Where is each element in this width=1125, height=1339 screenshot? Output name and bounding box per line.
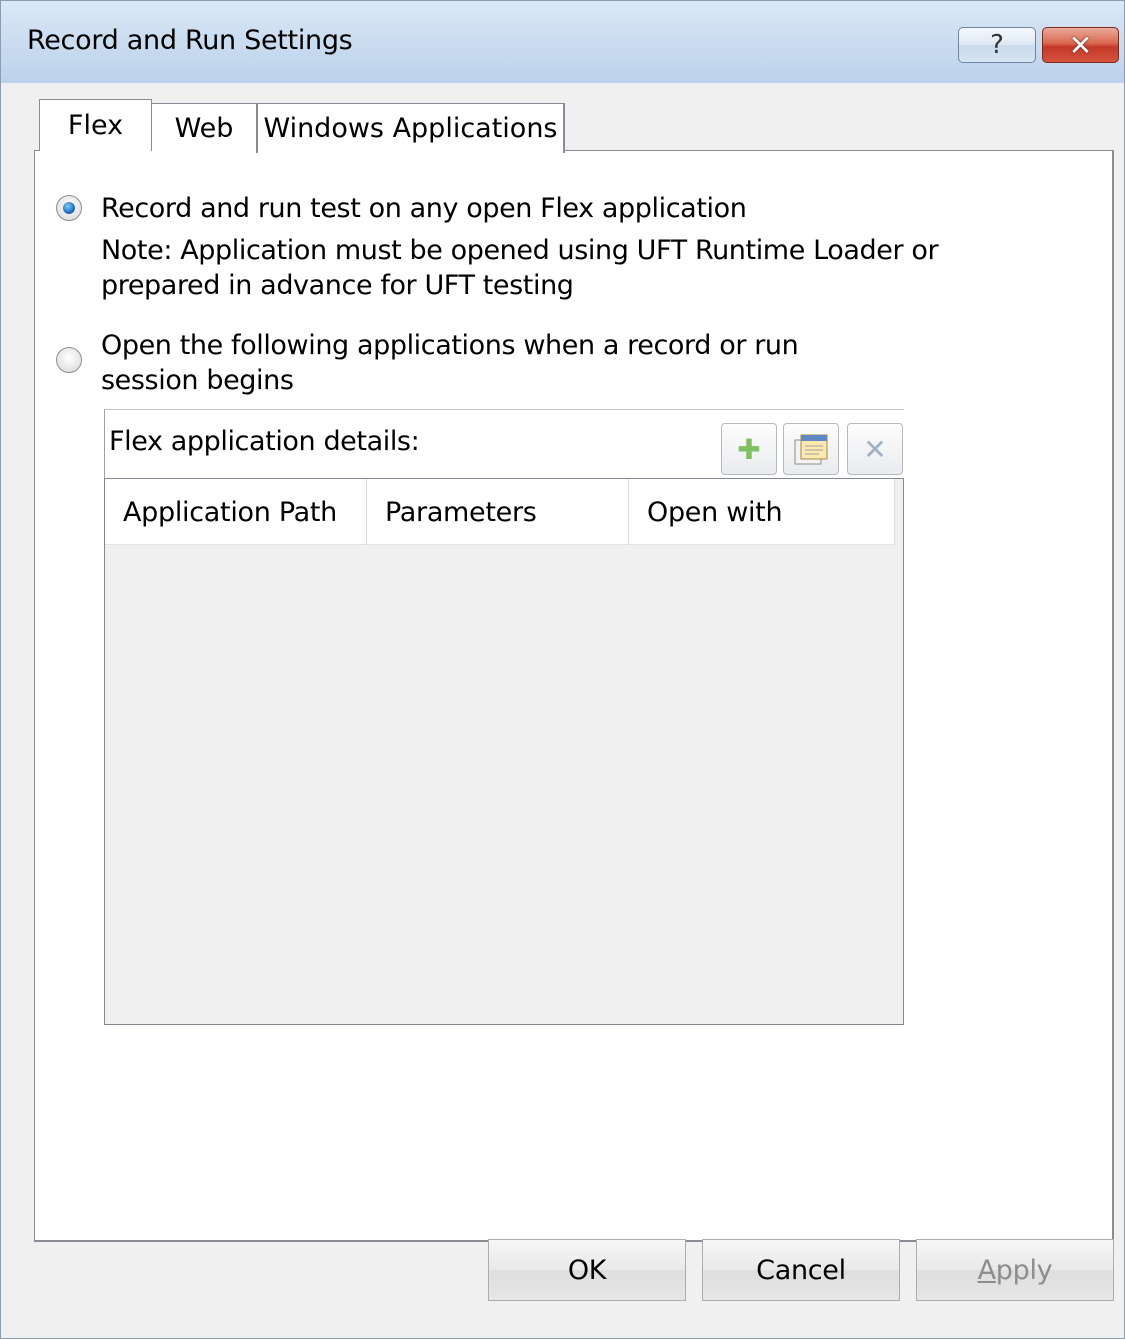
- tab-web[interactable]: Web: [152, 103, 258, 153]
- title-bar[interactable]: Record and Run Settings ? ✕: [1, 1, 1124, 83]
- column-header-parameters[interactable]: Parameters: [367, 479, 629, 545]
- radio-open-following-apps-label[interactable]: Open the following applications when a r…: [101, 328, 901, 398]
- application-properties-button[interactable]: [783, 423, 839, 475]
- help-button[interactable]: ?: [958, 27, 1036, 63]
- radio-any-open-flex-app[interactable]: [56, 195, 82, 221]
- application-table[interactable]: Application Path Parameters Open with: [104, 478, 904, 1025]
- apply-accelerator: A: [977, 1254, 996, 1286]
- tab-windows-applications-label: Windows Applications: [263, 113, 558, 144]
- column-header-application-path[interactable]: Application Path: [105, 479, 367, 545]
- close-button[interactable]: ✕: [1042, 27, 1119, 63]
- apply-button[interactable]: Apply: [916, 1239, 1114, 1301]
- tab-flex-label: Flex: [67, 110, 124, 141]
- tab-flex[interactable]: Flex: [39, 99, 152, 151]
- apply-label: pply: [995, 1254, 1053, 1286]
- add-icon: ✚: [737, 432, 761, 466]
- close-icon: ✕: [1068, 28, 1093, 62]
- note-text: Note: Application must be opened using U…: [101, 235, 939, 301]
- ok-button[interactable]: OK: [488, 1239, 686, 1301]
- tab-windows-applications[interactable]: Windows Applications: [258, 103, 565, 153]
- column-header-open-with[interactable]: Open with: [629, 479, 895, 545]
- dialog-body: Flex Web Windows Applications Record and…: [1, 83, 1124, 1338]
- delete-icon: ✕: [863, 432, 887, 466]
- add-application-button[interactable]: ✚: [721, 423, 777, 475]
- help-icon: ?: [990, 30, 1004, 60]
- radio-open-following-apps[interactable]: [56, 347, 82, 373]
- window-title: Record and Run Settings: [27, 25, 353, 56]
- properties-icon: [794, 434, 828, 465]
- table-header: Application Path Parameters Open with: [105, 479, 895, 545]
- cancel-button[interactable]: Cancel: [702, 1239, 900, 1301]
- details-title: Flex application details:: [109, 426, 420, 457]
- delete-application-button[interactable]: ✕: [847, 423, 903, 475]
- record-run-settings-dialog: Record and Run Settings ? ✕ Flex Web Win…: [0, 0, 1125, 1339]
- radio-any-open-flex-app-label[interactable]: Record and run test on any open Flex app…: [101, 191, 747, 226]
- tab-web-label: Web: [174, 113, 234, 144]
